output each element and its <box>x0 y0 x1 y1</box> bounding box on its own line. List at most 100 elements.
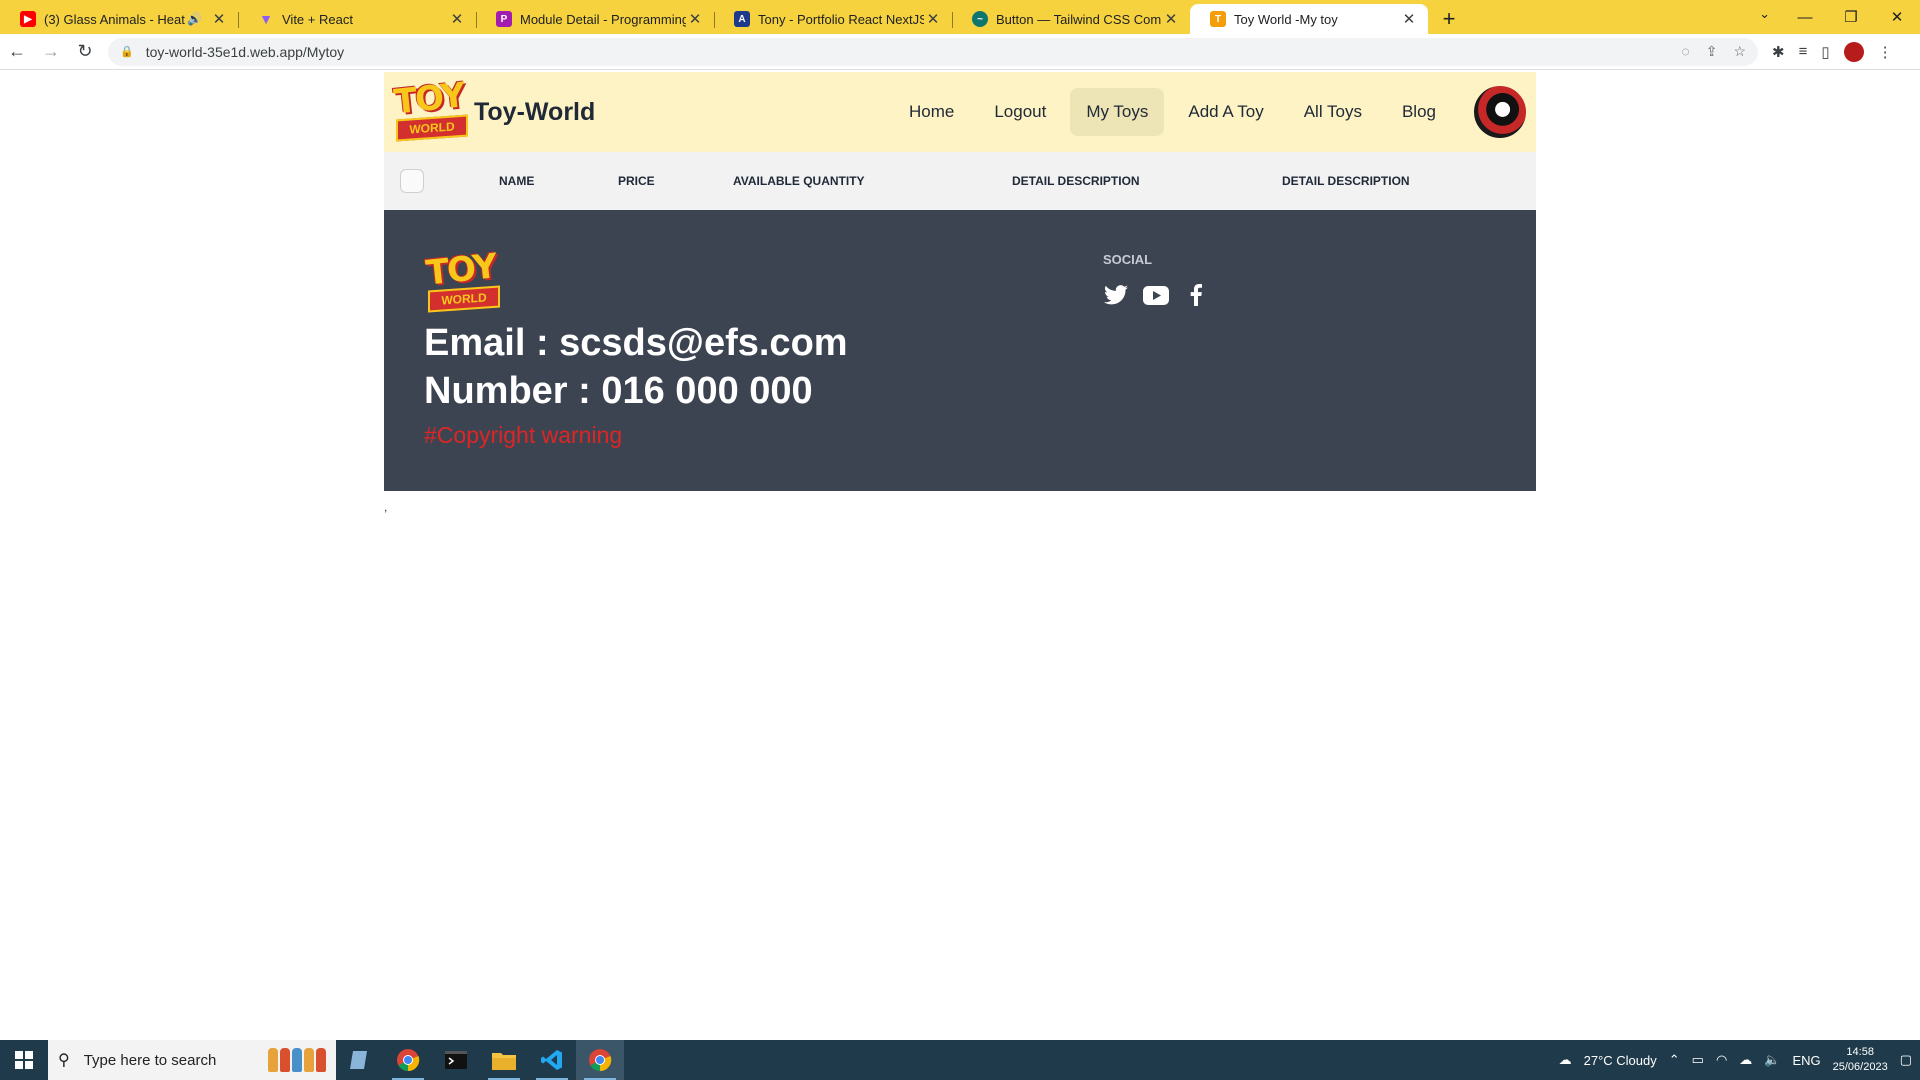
browser-toolbar: ← → ↻ 🔒 toy-world-35e1d.web.app/Mytoy ◌ … <box>0 34 1920 70</box>
column-header-description-2: Detail Description <box>1282 174 1410 188</box>
programming-hero-icon: P <box>496 11 512 27</box>
social-links <box>1103 282 1209 308</box>
tab-title: Vite + React <box>282 11 353 27</box>
notifications-icon[interactable]: ▢ <box>1900 1052 1912 1068</box>
speaker-icon[interactable]: 🔊 <box>187 12 202 26</box>
bookmark-star-icon[interactable]: ☆ <box>1733 43 1746 60</box>
terminal-app-icon[interactable] <box>432 1040 480 1080</box>
address-bar[interactable]: 🔒 toy-world-35e1d.web.app/Mytoy ◌ ⇪ ☆ <box>108 37 1758 66</box>
close-tab-icon[interactable]: ✕ <box>448 10 466 28</box>
search-highlight-icon[interactable] <box>268 1048 326 1072</box>
share-icon[interactable]: ⇪ <box>1706 43 1718 60</box>
extensions-icon[interactable]: ✱ <box>1772 43 1785 61</box>
tab-title: Module Detail - Programming He <box>520 11 686 27</box>
back-icon[interactable]: ← <box>0 35 34 69</box>
new-tab-button[interactable]: + <box>1434 4 1464 34</box>
nav-my-toys[interactable]: My Toys <box>1070 88 1165 136</box>
side-panel-icon[interactable]: ▯ <box>1821 43 1829 61</box>
browser-tab[interactable]: A Tony - Portfolio React NextJS Ten ✕ <box>714 4 952 34</box>
language-indicator[interactable]: ENG <box>1792 1053 1820 1068</box>
windows-start-icon[interactable] <box>0 1040 48 1080</box>
chrome-active-app-icon[interactable] <box>576 1040 624 1080</box>
twitter-icon[interactable] <box>1103 282 1129 308</box>
show-hidden-icons-icon[interactable]: ⌃ <box>1669 1052 1680 1068</box>
minimize-icon[interactable]: — <box>1782 0 1828 34</box>
url-text: toy-world-35e1d.web.app/Mytoy <box>145 43 345 60</box>
forward-icon[interactable]: → <box>34 35 68 69</box>
tab-title: (3) Glass Animals - Heat Wav <box>44 11 187 27</box>
facebook-icon[interactable] <box>1183 282 1209 308</box>
nav-logout[interactable]: Logout <box>978 88 1062 136</box>
column-header-name: Name <box>499 174 535 188</box>
search-icon: ⚲ <box>58 1052 70 1069</box>
nav-links: Home Logout My Toys Add A Toy All Toys B… <box>893 84 1528 140</box>
windows-taskbar: ⚲ Type here to search ☁ 27°C Cloudy ⌃ ▭ … <box>0 1040 1920 1080</box>
file-explorer-icon[interactable] <box>480 1040 528 1080</box>
system-tray: ☁ 27°C Cloudy ⌃ ▭ ◠ ☁ 🔈 ENG 14:58 25/06/… <box>1559 1045 1920 1075</box>
browser-tab[interactable]: ▼ Vite + React ✕ <box>238 4 476 34</box>
nav-blog[interactable]: Blog <box>1386 88 1452 136</box>
browser-tab[interactable]: ~ Button — Tailwind CSS Compone ✕ <box>952 4 1190 34</box>
reading-list-icon[interactable]: ≡ <box>1799 43 1808 60</box>
lock-icon[interactable]: 🔒 <box>120 45 134 58</box>
browser-tab-active[interactable]: T Toy World -My toy ✕ <box>1190 4 1428 34</box>
tailwind-icon: ~ <box>972 11 988 27</box>
nav-all-toys[interactable]: All Toys <box>1288 88 1378 136</box>
site-footer: TOY WORLD Email : scsds@efs.com Number :… <box>384 210 1536 491</box>
copyright-warning: #Copyright warning <box>424 422 623 448</box>
close-tab-icon[interactable]: ✕ <box>924 10 942 28</box>
brand-name[interactable]: Toy-World <box>474 98 595 127</box>
weather-cloud-icon[interactable]: ☁ <box>1559 1052 1572 1068</box>
nav-add-a-toy[interactable]: Add A Toy <box>1172 88 1279 136</box>
vscode-app-icon[interactable] <box>528 1040 576 1080</box>
toys-table-header: Name Price Available Quantity Detail Des… <box>384 152 1536 210</box>
close-window-icon[interactable]: ✕ <box>1874 0 1920 34</box>
weather-text[interactable]: 27°C Cloudy <box>1584 1053 1657 1068</box>
network-icon[interactable]: ◠ <box>1716 1052 1727 1068</box>
toy-world-icon: T <box>1210 11 1226 27</box>
browser-tab[interactable]: ▶ (3) Glass Animals - Heat Wav 🔊 ✕ <box>0 4 238 34</box>
youtube-icon[interactable] <box>1143 282 1169 308</box>
vite-icon: ▼ <box>259 11 273 27</box>
social-heading: Social <box>1103 252 1153 267</box>
taskbar-search-box[interactable]: ⚲ Type here to search <box>48 1040 336 1080</box>
stray-comma: , <box>384 500 388 514</box>
search-placeholder: Type here to search <box>83 1051 217 1069</box>
column-header-quantity: Available Quantity <box>733 174 865 188</box>
column-header-description: Detail Description <box>1012 174 1140 188</box>
restore-icon[interactable]: ❐ <box>1828 0 1874 34</box>
user-avatar[interactable] <box>1472 84 1528 140</box>
onedrive-icon[interactable]: ☁ <box>1739 1052 1752 1068</box>
notepad-app-icon[interactable] <box>336 1040 384 1080</box>
close-tab-icon[interactable]: ✕ <box>210 10 228 28</box>
column-header-price: Price <box>618 174 655 188</box>
portfolio-icon: A <box>734 11 750 27</box>
tab-title: Toy World -My toy <box>1234 11 1338 27</box>
tab-search-icon[interactable]: ⌄ <box>1759 6 1770 22</box>
clock-time: 14:58 <box>1846 1046 1874 1058</box>
footer-phone: Number : 016 000 000 <box>424 370 813 412</box>
tab-title: Button — Tailwind CSS Compone <box>996 11 1162 27</box>
select-all-checkbox[interactable] <box>400 169 424 193</box>
reload-icon[interactable]: ↻ <box>68 35 102 69</box>
tab-title: Tony - Portfolio React NextJS Ten <box>758 11 924 27</box>
clock[interactable]: 14:58 25/06/2023 <box>1833 1045 1888 1075</box>
chrome-app-icon[interactable] <box>384 1040 432 1080</box>
page-viewport: TOY WORLD Toy-World Home Logout My Toys … <box>0 70 1920 1040</box>
window-controls: — ❐ ✕ <box>1782 0 1920 34</box>
youtube-icon: ▶ <box>20 11 36 27</box>
eye-off-icon[interactable]: ◌ <box>1681 43 1689 60</box>
close-tab-icon[interactable]: ✕ <box>1400 10 1418 28</box>
site-navbar: TOY WORLD Toy-World Home Logout My Toys … <box>384 72 1536 152</box>
close-tab-icon[interactable]: ✕ <box>686 10 704 28</box>
footer-email: Email : scsds@efs.com <box>424 322 848 364</box>
clock-date: 25/06/2023 <box>1832 1061 1888 1073</box>
toy-world-logo[interactable]: TOY WORLD <box>392 75 472 145</box>
battery-icon[interactable]: ▭ <box>1692 1052 1704 1068</box>
browser-tab[interactable]: P Module Detail - Programming He ✕ <box>476 4 714 34</box>
menu-kebab-icon[interactable]: ⋮ <box>1878 43 1893 61</box>
close-tab-icon[interactable]: ✕ <box>1162 10 1180 28</box>
nav-home[interactable]: Home <box>893 88 970 136</box>
profile-avatar-icon[interactable] <box>1843 41 1864 62</box>
volume-icon[interactable]: 🔈 <box>1764 1052 1780 1068</box>
